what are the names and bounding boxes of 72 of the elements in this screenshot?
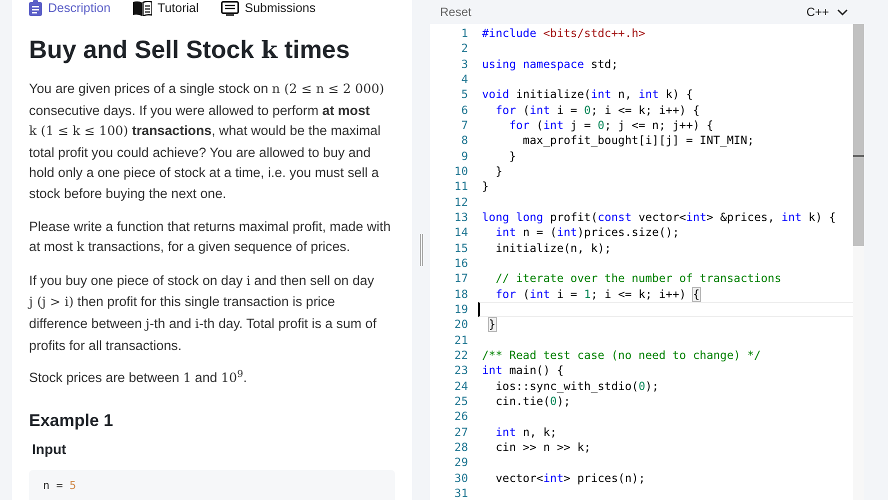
- tab[interactable]: Description: [29, 0, 111, 16]
- scroll-position-marker: [853, 155, 864, 157]
- code-line: cin >> n >> k;: [494, 440, 592, 456]
- code-line: void initialize(int n, int k) {: [481, 87, 694, 103]
- line-number: 8: [460, 133, 469, 149]
- line-number: 1: [460, 26, 469, 42]
- description-paragraph: Please write a function that returns maximal profit, made with at most k transactions, for a given sequence of prices.: [29, 218, 392, 258]
- scrollbar-thumb[interactable]: [853, 24, 864, 246]
- code-line: for (int i = 0; i <= k; i++) {: [494, 102, 701, 118]
- line-number: 15: [453, 240, 469, 256]
- line-number: 7: [460, 118, 469, 134]
- line-number: 17: [453, 271, 469, 287]
- line-number: 2: [460, 41, 469, 57]
- line-number: 20: [453, 317, 469, 333]
- tab[interactable]: Submissions: [220, 0, 316, 16]
- input-line: n = 5: [43, 478, 78, 494]
- example-heading: Example 1: [29, 410, 114, 432]
- language-dropdown[interactable]: C++: [806, 3, 848, 21]
- line-number: 12: [453, 194, 469, 210]
- line-number: 24: [453, 378, 469, 394]
- line-number: 19: [453, 302, 469, 318]
- code-line: /** Read test case (no need to change) */: [481, 348, 762, 364]
- code-line: ios::sync_with_stdio(0);: [494, 378, 660, 394]
- tab[interactable]: Tutorial: [132, 0, 199, 16]
- code-line: int main() {: [481, 363, 565, 379]
- line-number: 3: [460, 56, 469, 72]
- code-line: initialize(n, k);: [494, 240, 612, 256]
- line-number: 27: [453, 424, 469, 440]
- line-number: 25: [453, 394, 469, 410]
- reset-button[interactable]: Reset: [440, 3, 472, 21]
- code-line: vector<int> prices(n);: [494, 470, 646, 486]
- description-paragraph: You are given prices of a single stock on n (2 ≤ n ≤ 2 000) consecutive days. If you were allowed to perform at most k (1 ≤ k ≤ 100) transactions, what would be the maximal total profit you could achieve? You are allowed to buy and hold only a one piece of stock at a time, i.e. you must sell a stock before buying the next one.: [29, 80, 386, 203]
- line-number: 23: [453, 363, 469, 379]
- line-number: 26: [453, 409, 469, 425]
- line-number: 28: [453, 440, 469, 456]
- code-line: max_profit_bought[i][j] = INT_MIN;: [522, 133, 756, 149]
- line-number: 22: [453, 348, 469, 364]
- code-line: for (int j = 0; j <= n; j++) {: [508, 118, 714, 134]
- code-line: using namespace std;: [481, 56, 620, 72]
- code-line: }: [508, 148, 518, 164]
- description-paragraph: Stock prices are between 1 and 10$^{9}$.: [29, 368, 248, 388]
- line-number: 4: [460, 72, 469, 88]
- book-icon: [132, 0, 152, 16]
- line-number: 29: [453, 455, 469, 471]
- input-label: Input: [32, 440, 68, 460]
- code-editor[interactable]: [430, 24, 864, 500]
- code-line: int n = (int)prices.size();: [494, 225, 680, 241]
- line-number: 6: [460, 102, 469, 118]
- code-line: long long profit(const vector<int> &prices, int k) {: [481, 210, 837, 226]
- line-number: 30: [453, 470, 469, 486]
- resize-handle[interactable]: [420, 234, 422, 266]
- line-number: 10: [453, 164, 469, 180]
- line-number: 18: [453, 286, 469, 302]
- line-number: 9: [460, 148, 469, 164]
- line-number: 16: [453, 256, 469, 272]
- line-number: 13: [453, 210, 469, 226]
- description-paragraph: If you buy one piece of stock on day i and then sell on day j (j > i) then profit for this single transaction is price difference between j-th and i-th day. Total profit is a sum of profits for all transactions.: [29, 272, 378, 355]
- line-number: 21: [453, 332, 469, 348]
- code-line: int n, k;: [494, 424, 558, 440]
- line-number: 31: [453, 486, 469, 500]
- line-number: 11: [453, 179, 469, 195]
- code-line: #include <bits/stdc++.h>: [481, 26, 646, 42]
- problem-title: Buy and Sell Stock k times: [29, 35, 351, 65]
- code-line: }: [494, 164, 504, 180]
- line-number: 5: [460, 87, 469, 103]
- line-number: 14: [453, 225, 469, 241]
- list-icon: [220, 0, 239, 16]
- code-line: // iterate over the number of transactions: [494, 271, 782, 287]
- code-line: }: [481, 179, 490, 195]
- chevron-down-icon: [837, 8, 848, 16]
- code-line: cin.tie(0);: [494, 394, 572, 410]
- code-line: for (int i = 1; i <= k; i++) {: [494, 286, 701, 302]
